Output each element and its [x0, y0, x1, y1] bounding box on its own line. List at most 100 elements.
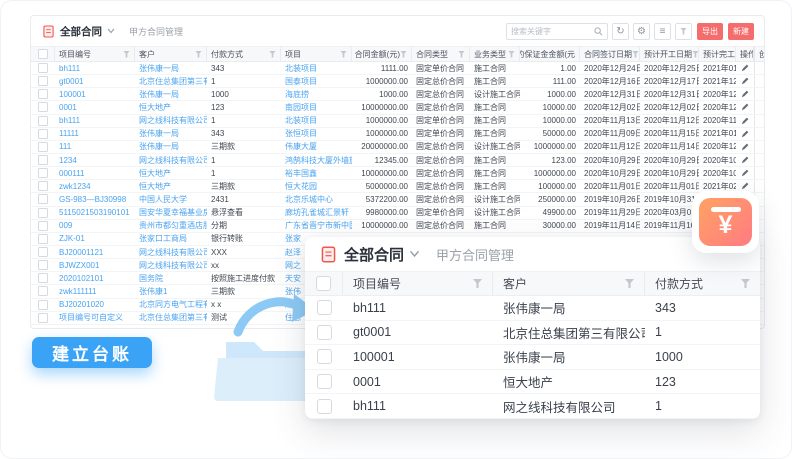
cell[interactable]: 国泰项目 — [281, 75, 352, 87]
row-checkbox[interactable] — [38, 247, 48, 257]
row-checkbox[interactable] — [38, 129, 48, 139]
row-checkbox[interactable] — [317, 325, 332, 340]
row-checkbox[interactable] — [38, 63, 48, 73]
row-checkbox[interactable] — [38, 260, 48, 270]
row-checkbox[interactable] — [317, 349, 332, 364]
cell[interactable]: 中国人民大学 — [135, 193, 207, 205]
cell[interactable]: 11111 — [55, 128, 135, 140]
row-checkbox[interactable] — [38, 300, 48, 310]
cell[interactable]: GS-983—BJ30998 — [55, 193, 135, 205]
filter-funnel-icon[interactable] — [625, 279, 634, 288]
cell[interactable]: 0001 — [55, 101, 135, 113]
cell[interactable]: 张恒项目 — [281, 128, 352, 140]
select-all-checkbox[interactable] — [38, 49, 48, 59]
search-input[interactable] — [511, 27, 594, 36]
cell[interactable]: zwk111111 — [55, 285, 135, 297]
row-checkbox[interactable] — [38, 155, 48, 165]
edit-pencil-icon[interactable] — [741, 103, 749, 111]
cell[interactable]: BJ20001121 — [55, 246, 135, 258]
cell[interactable]: 北京住总集团第三有限公司 — [135, 312, 207, 324]
filter-funnel-icon[interactable] — [508, 51, 515, 58]
chevron-down-icon[interactable] — [409, 250, 420, 258]
filter-funnel-icon[interactable] — [340, 51, 347, 58]
edit-pencil-icon[interactable] — [741, 77, 749, 85]
row-checkbox[interactable] — [38, 89, 48, 99]
cell[interactable]: 南园项目 — [281, 101, 352, 113]
cell[interactable]: 100001 — [55, 88, 135, 100]
chevron-down-icon[interactable] — [107, 28, 115, 34]
cell[interactable]: 张伟康一局 — [493, 345, 645, 369]
filter-funnel-icon[interactable] — [473, 279, 482, 288]
row-checkbox[interactable] — [38, 168, 48, 178]
cell[interactable]: 鸿鹄科技大厦外墙施工项目 — [281, 154, 352, 166]
filter-funnel-icon[interactable] — [632, 51, 639, 58]
cell[interactable]: 2020102101 — [55, 272, 135, 284]
row-checkbox[interactable] — [38, 181, 48, 191]
cell[interactable]: 张伟康一局 — [135, 88, 207, 100]
edit-pencil-icon[interactable] — [741, 156, 749, 164]
cell[interactable]: 北京乐城中心 — [281, 193, 352, 205]
row-checkbox[interactable] — [38, 234, 48, 244]
filter-funnel-icon[interactable] — [269, 51, 276, 58]
edit-pencil-icon[interactable] — [741, 169, 749, 177]
cell[interactable]: 网之线科技有限公司 — [135, 259, 207, 271]
cell[interactable]: 000111 — [55, 167, 135, 179]
cell[interactable]: 恒大花园 — [281, 180, 352, 192]
cell[interactable]: zwk1234 — [55, 180, 135, 192]
row-checkbox[interactable] — [38, 142, 48, 152]
export-button[interactable]: 导出 — [697, 23, 723, 40]
filter-funnel-icon[interactable] — [195, 51, 202, 58]
row-checkbox[interactable] — [38, 116, 48, 126]
cell[interactable]: 张伟康一局 — [135, 62, 207, 74]
search-box[interactable] — [506, 23, 608, 40]
cell[interactable]: bh111 — [343, 394, 493, 418]
cell[interactable]: 国务院 — [135, 272, 207, 284]
cell[interactable]: 009 — [55, 220, 135, 232]
cell[interactable]: 100001 — [343, 345, 493, 369]
row-checkbox[interactable] — [317, 300, 332, 315]
search-icon[interactable] — [594, 27, 603, 36]
cell[interactable]: 北京住总集团第三有限公司 — [135, 75, 207, 87]
cell[interactable]: 网之线科技有限公司 — [135, 246, 207, 258]
cell[interactable]: 恒大地产 — [135, 180, 207, 192]
cell[interactable]: 0001 — [343, 370, 493, 394]
edit-pencil-icon[interactable] — [741, 130, 749, 138]
cell[interactable]: BJ20201020 — [55, 299, 135, 311]
filter-icon[interactable] — [675, 23, 692, 40]
cell[interactable]: 网之线科技有限公司 — [135, 154, 207, 166]
cell[interactable]: 5115021503190101 — [55, 207, 135, 219]
row-checkbox[interactable] — [317, 399, 332, 414]
cell[interactable]: 贵州市都匀重酒店服务有… — [135, 220, 207, 232]
cell[interactable]: 廊坊孔雀城汇景轩 — [281, 207, 352, 219]
filter-funnel-icon[interactable] — [400, 51, 407, 58]
row-checkbox[interactable] — [317, 374, 332, 389]
cell[interactable]: 海底捞 — [281, 88, 352, 100]
filter-funnel-icon[interactable] — [458, 51, 465, 58]
cell[interactable]: gt0001 — [343, 321, 493, 345]
cell[interactable]: 张伟康一局 — [135, 128, 207, 140]
edit-pencil-icon[interactable] — [741, 182, 749, 190]
cell[interactable]: 广东省晋宁市新中医医院… — [281, 220, 352, 232]
cell[interactable]: 111 — [55, 141, 135, 153]
edit-pencil-icon[interactable] — [741, 143, 749, 151]
cell[interactable]: bh111 — [343, 296, 493, 320]
column-settings-icon[interactable]: ≡ — [654, 23, 671, 40]
cell[interactable]: 北京住总集团第三有限公司 — [493, 321, 645, 345]
cell[interactable]: 裕丰国鑫 — [281, 167, 352, 179]
gear-icon[interactable]: ⚙ — [633, 23, 650, 40]
cell[interactable]: 张伟康一局 — [493, 296, 645, 320]
edit-pencil-icon[interactable] — [741, 117, 749, 125]
cell[interactable]: 项目编号可自定义 — [55, 312, 135, 324]
row-checkbox[interactable] — [38, 221, 48, 231]
cell[interactable]: 网之线科技有限公司 — [493, 394, 645, 418]
cell[interactable]: 北装项目 — [281, 62, 352, 74]
cell[interactable]: 恒大地产 — [493, 370, 645, 394]
filter-funnel-icon[interactable] — [123, 51, 130, 58]
filter-funnel-icon[interactable] — [741, 279, 750, 288]
row-checkbox[interactable] — [38, 273, 48, 283]
cell[interactable]: 恒大地产 — [135, 167, 207, 179]
row-checkbox[interactable] — [38, 313, 48, 323]
cell[interactable]: 恒大地产 — [135, 101, 207, 113]
row-checkbox[interactable] — [38, 102, 48, 112]
cell[interactable]: 1234 — [55, 154, 135, 166]
